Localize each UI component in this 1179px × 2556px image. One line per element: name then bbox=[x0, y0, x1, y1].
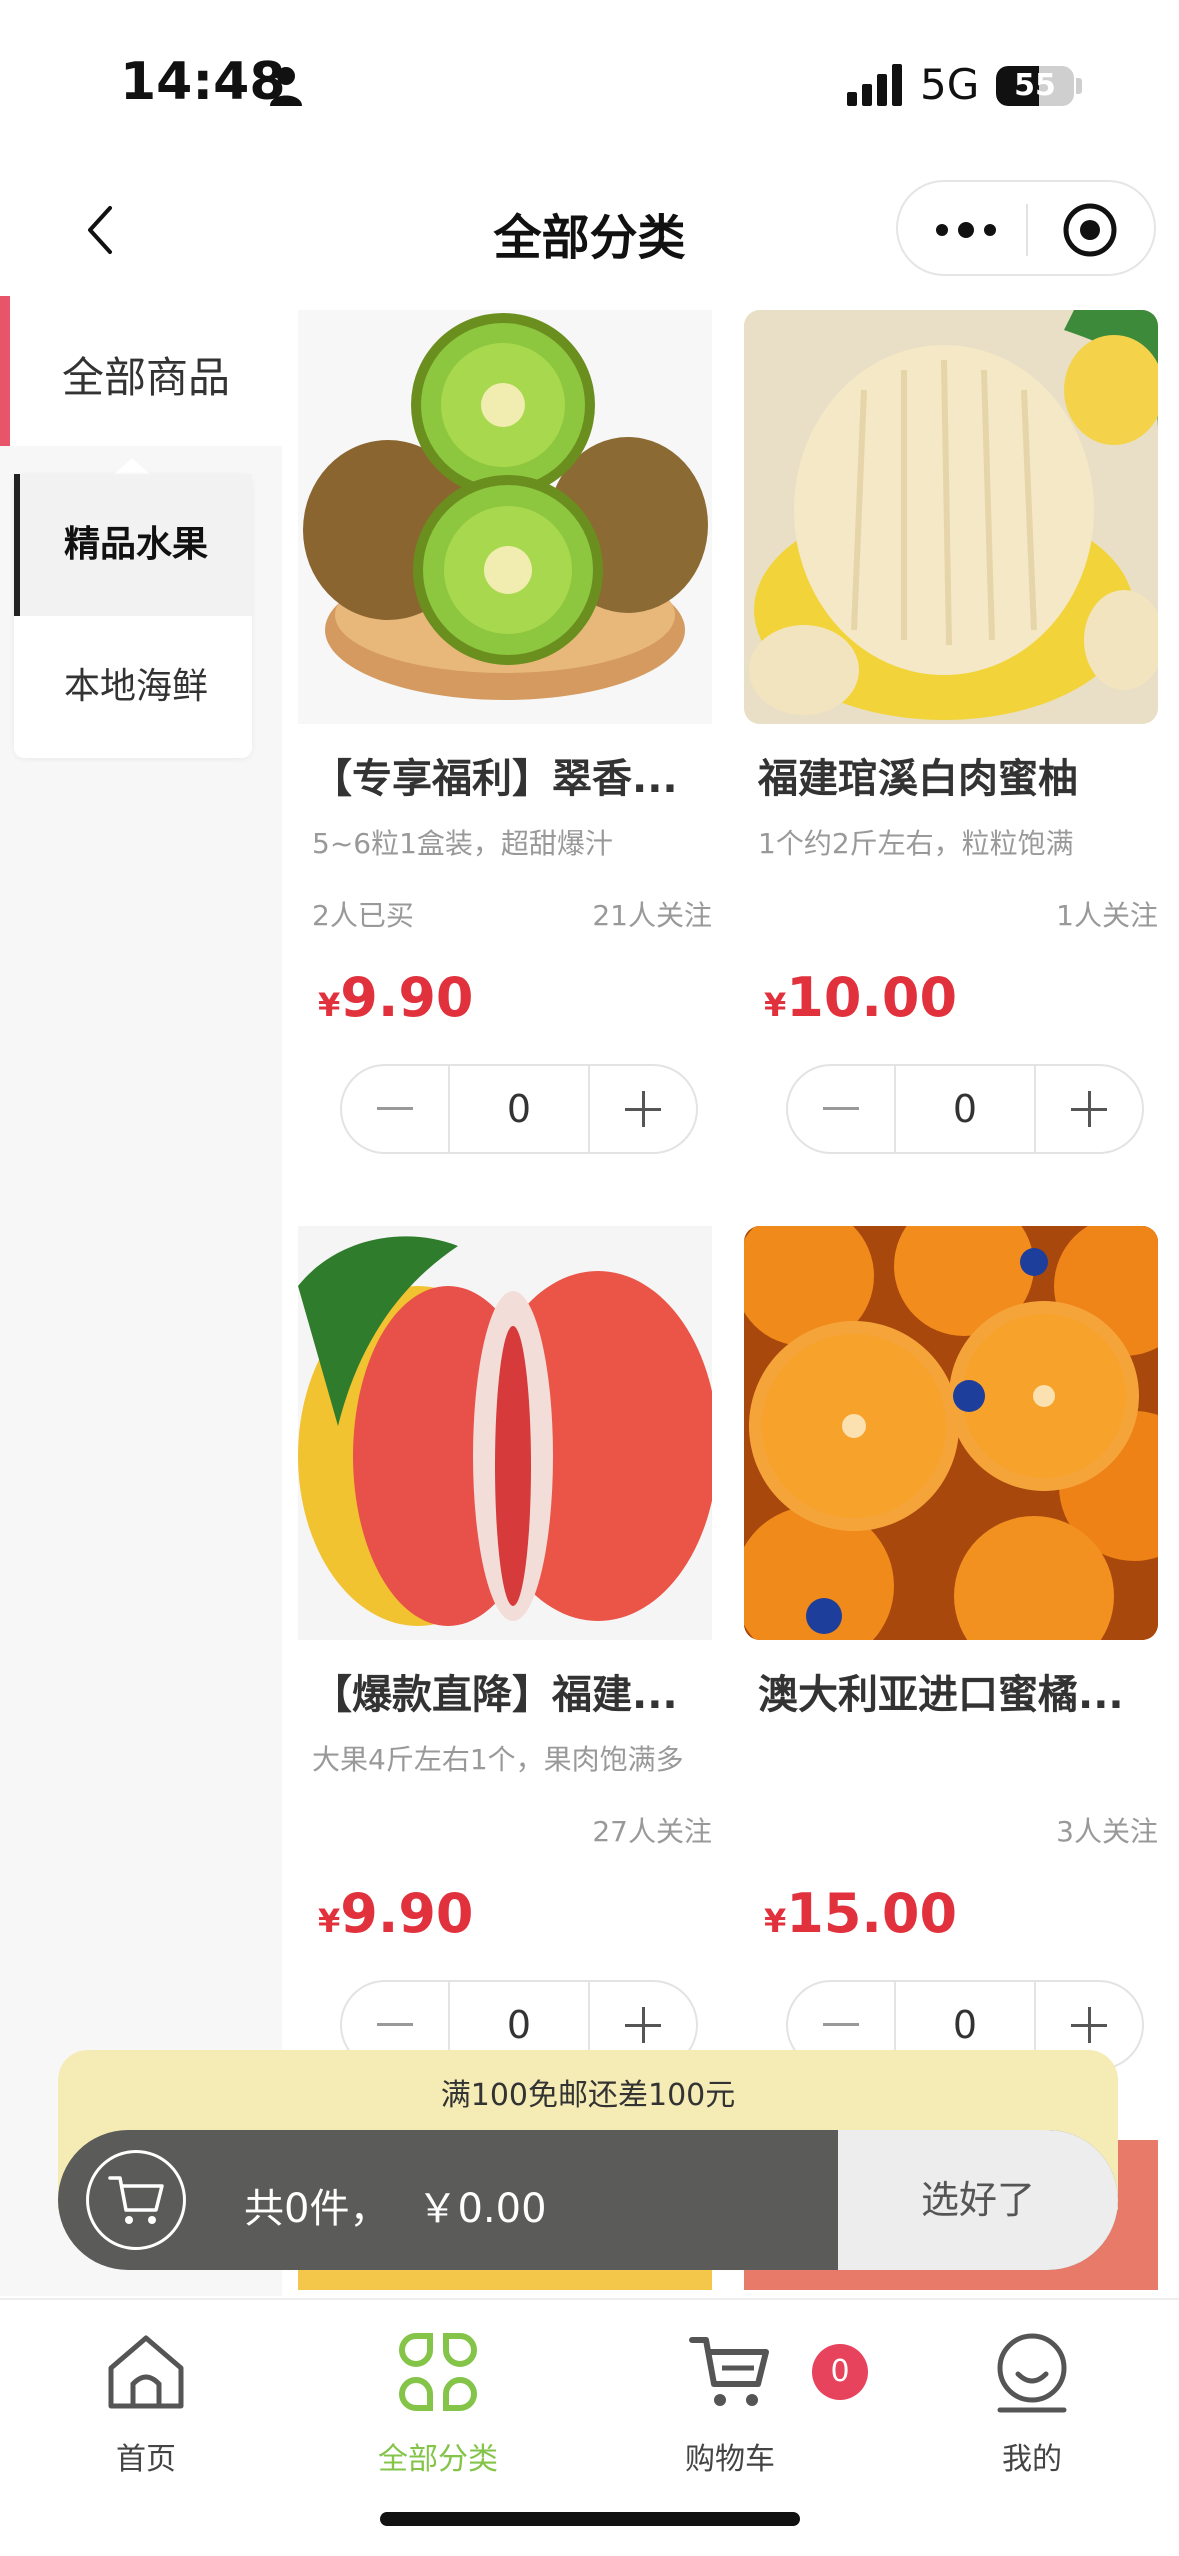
capsule-divider bbox=[1026, 204, 1028, 256]
shopping-cart-icon bbox=[680, 2322, 780, 2422]
price-value: 15.00 bbox=[786, 1882, 958, 1945]
product-description: 大果4斤左右1个，果肉饱满多 bbox=[312, 1743, 684, 1776]
product-card[interactable]: 澳大利亚进口蜜橘... 3人关注 ¥15.00 0 bbox=[744, 1226, 1158, 2086]
more-dots-icon bbox=[936, 222, 996, 238]
plus-icon bbox=[1071, 2007, 1107, 2043]
cart-total: ￥0.00 bbox=[417, 2186, 547, 2232]
minus-icon bbox=[823, 2023, 859, 2026]
plus-icon bbox=[1071, 1091, 1107, 1127]
product-card[interactable]: 【爆款直降】福建... 大果4斤左右1个，果肉饱满多 27人关注 ¥9.90 0 bbox=[298, 1226, 712, 2086]
subcategory-list: 精品水果 本地海鲜 bbox=[14, 474, 252, 758]
cart-bar: 共0件， ￥0.00 选好了 bbox=[58, 2130, 1118, 2270]
product-title[interactable]: 福建琯溪白肉蜜柚 bbox=[758, 746, 1158, 804]
minus-icon bbox=[823, 1107, 859, 1110]
product-title[interactable]: 【爆款直降】福建... bbox=[312, 1662, 712, 1720]
active-marker bbox=[0, 296, 10, 446]
increase-button[interactable] bbox=[590, 1066, 696, 1152]
sidebar-item-label: 全部商品 bbox=[62, 353, 231, 402]
home-indicator bbox=[380, 2512, 800, 2526]
product-image[interactable] bbox=[744, 1226, 1158, 1640]
price-value: 9.90 bbox=[340, 1882, 474, 1945]
status-time: 14:48 bbox=[120, 52, 286, 112]
price-currency: ¥ bbox=[764, 986, 787, 1024]
product-follow-count: 27人关注 bbox=[592, 1815, 712, 1848]
product-title[interactable]: 澳大利亚进口蜜橘... bbox=[758, 1662, 1158, 1720]
product-follow-count: 21人关注 bbox=[592, 899, 712, 932]
product-title[interactable]: 【专享福利】翠香... bbox=[312, 746, 712, 804]
plus-icon bbox=[625, 2007, 661, 2043]
cart-icon bbox=[108, 2176, 164, 2224]
nav-bar: 全部分类 bbox=[0, 170, 1179, 290]
tab-home[interactable]: 首页 bbox=[36, 2314, 256, 2484]
product-image[interactable] bbox=[298, 310, 712, 724]
subcategory-fruit[interactable]: 精品水果 bbox=[14, 474, 252, 616]
product-image[interactable] bbox=[298, 1226, 712, 1640]
cart-button[interactable] bbox=[86, 2150, 186, 2250]
tab-all-categories[interactable]: 全部分类 bbox=[328, 2314, 548, 2484]
product-follow-count: 3人关注 bbox=[1056, 1815, 1158, 1848]
price-currency: ¥ bbox=[318, 986, 341, 1024]
product-image[interactable] bbox=[744, 310, 1158, 724]
quantity-value[interactable]: 0 bbox=[448, 1066, 590, 1152]
tab-label: 全部分类 bbox=[378, 2442, 498, 2477]
product-description: 5~6粒1盒装，超甜爆汁 bbox=[312, 827, 613, 860]
price-value: 10.00 bbox=[786, 966, 958, 1029]
quantity-stepper: 0 bbox=[786, 1064, 1144, 1154]
quantity-value[interactable]: 0 bbox=[894, 1066, 1036, 1152]
tab-label: 购物车 bbox=[685, 2442, 775, 2477]
signal-icon bbox=[847, 64, 902, 106]
white-pomelo-image bbox=[744, 310, 1158, 724]
cart-count: 共0件， bbox=[244, 2186, 390, 2232]
home-icon bbox=[96, 2322, 196, 2422]
product-price: ¥10.00 bbox=[764, 966, 957, 1029]
sidebar-item-all-goods[interactable]: 全部商品 bbox=[0, 296, 282, 446]
mini-program-capsule bbox=[896, 180, 1156, 276]
person-icon bbox=[270, 67, 302, 106]
product-bought-count: 2人已买 bbox=[312, 899, 414, 932]
product-price: ¥15.00 bbox=[764, 1882, 957, 1945]
cart-summary: 共0件， ￥0.00 bbox=[244, 2176, 547, 2234]
product-price: ¥9.90 bbox=[318, 1882, 474, 1945]
target-close-icon bbox=[1063, 203, 1117, 257]
price-currency: ¥ bbox=[318, 1902, 341, 1940]
tab-profile[interactable]: 我的 bbox=[922, 2314, 1142, 2484]
product-price: ¥9.90 bbox=[318, 966, 474, 1029]
free-shipping-text: 满100免邮还差100元 bbox=[440, 2078, 736, 2113]
close-mini-program-button[interactable] bbox=[1058, 198, 1122, 262]
category-icon bbox=[388, 2322, 488, 2422]
cart-badge: 0 bbox=[812, 2344, 868, 2400]
minus-icon bbox=[377, 1107, 413, 1110]
price-value: 9.90 bbox=[340, 966, 474, 1029]
increase-button[interactable] bbox=[1036, 1066, 1142, 1152]
battery-tip bbox=[1076, 78, 1082, 94]
oranges-image bbox=[744, 1226, 1158, 1640]
quantity-stepper: 0 bbox=[340, 1064, 698, 1154]
minus-icon bbox=[377, 2023, 413, 2026]
decrease-button[interactable] bbox=[342, 1066, 448, 1152]
checkout-button[interactable]: 选好了 bbox=[838, 2130, 1118, 2270]
product-card[interactable]: 福建琯溪白肉蜜柚 1个约2斤左右，粒粒饱满 1人关注 ¥10.00 0 bbox=[744, 310, 1158, 1170]
red-pomelo-image bbox=[298, 1226, 712, 1640]
tab-cart[interactable]: 购物车 bbox=[620, 2314, 840, 2484]
kiwi-image bbox=[303, 313, 708, 700]
battery-level: 55 bbox=[1014, 68, 1056, 103]
tab-label: 首页 bbox=[116, 2442, 176, 2477]
tab-label: 我的 bbox=[1002, 2442, 1062, 2477]
battery-icon: 55 bbox=[996, 66, 1074, 106]
subcategory-seafood[interactable]: 本地海鲜 bbox=[14, 616, 252, 758]
plus-icon bbox=[625, 1091, 661, 1127]
status-bar: 14:48 5G 55 bbox=[0, 0, 1179, 150]
product-card[interactable]: 【专享福利】翠香... 5~6粒1盒装，超甜爆汁 2人已买 21人关注 ¥9.9… bbox=[298, 310, 712, 1170]
product-follow-count: 1人关注 bbox=[1056, 899, 1158, 932]
decrease-button[interactable] bbox=[788, 1066, 894, 1152]
more-button[interactable] bbox=[926, 200, 1006, 260]
network-label: 5G bbox=[920, 60, 980, 109]
profile-icon bbox=[982, 2322, 1082, 2422]
price-currency: ¥ bbox=[764, 1902, 787, 1940]
product-description: 1个约2斤左右，粒粒饱满 bbox=[758, 827, 1074, 860]
